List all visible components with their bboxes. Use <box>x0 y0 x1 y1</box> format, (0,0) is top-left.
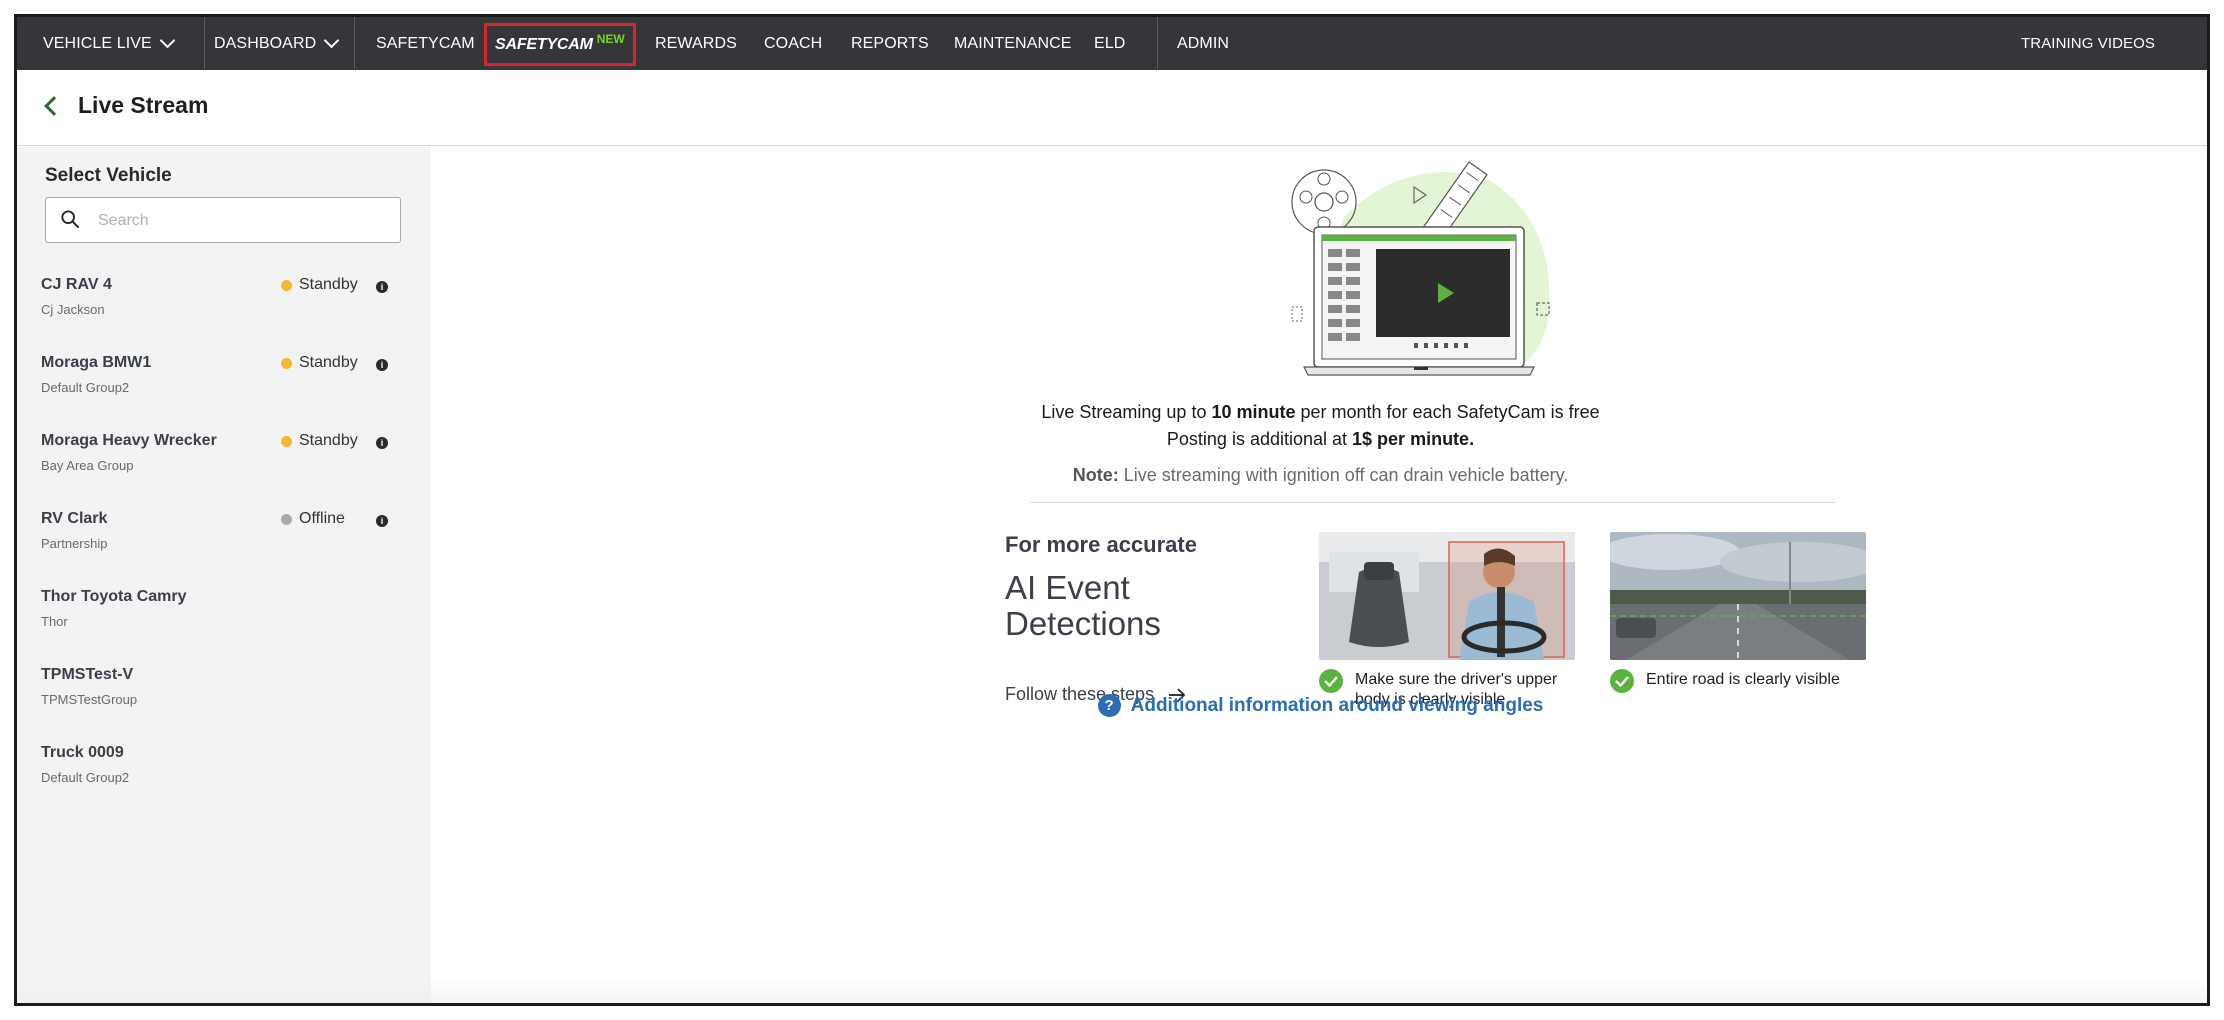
check-circle-icon <box>1610 669 1634 693</box>
driver-view-example: Make sure the driver's upper body is cle… <box>1319 532 1575 710</box>
nav-safetycam-new[interactable]: SAFETYCAM NEW <box>484 23 636 66</box>
info-icon[interactable]: i <box>376 281 388 293</box>
vehicle-group: TPMSTestGroup <box>41 692 138 707</box>
vehicle-group: Thor <box>41 614 68 629</box>
nav-dashboard[interactable]: DASHBOARD <box>214 17 340 70</box>
page-title: Live Stream <box>78 92 209 118</box>
vehicle-status: Standby <box>281 432 358 450</box>
battery-note: Note: Live streaming with ignition off c… <box>431 465 2207 486</box>
vehicle-status-label: Standby <box>299 354 358 371</box>
vehicle-list-item[interactable]: TPMSTest-V TPMSTestGroup <box>17 666 431 738</box>
road-view-example: Entire road is clearly visible <box>1610 532 1866 693</box>
safetycam-new-brand: SAFETYCAM <box>495 35 593 53</box>
vehicle-group: Cj Jackson <box>41 302 105 317</box>
status-dot-icon <box>281 435 292 447</box>
streaming-info-minutes: 10 minute <box>1211 402 1296 422</box>
vehicle-list-item[interactable]: RV Clark Partnership Offline i <box>17 510 431 582</box>
road-view-caption-text: Entire road is clearly visible <box>1646 671 1840 688</box>
vehicle-name: RV Clark <box>41 510 108 527</box>
question-icon: ? <box>1097 694 1121 717</box>
status-dot-icon <box>281 513 292 525</box>
vehicle-name: Thor Toyota Camry <box>41 588 187 605</box>
vehicle-status-label: Standby <box>299 276 358 293</box>
vehicle-list-item[interactable]: Moraga BMW1 Default Group2 Standby i <box>17 354 431 426</box>
ai-title: AI Event Detections <box>1005 569 1161 642</box>
info-icon[interactable]: i <box>376 515 388 527</box>
streaming-info-text-c: per month for each SafetyCam is free <box>1295 402 1600 422</box>
top-navigation: VEHICLE LIVE DASHBOARD SAFETYCAM SAFETYC… <box>17 17 2207 70</box>
nav-admin[interactable]: ADMIN <box>1177 17 1229 70</box>
vehicle-status-label: Standby <box>299 432 358 449</box>
road-camera-image <box>1610 532 1866 660</box>
nav-divider <box>354 17 355 70</box>
info-icon[interactable]: i <box>376 437 388 449</box>
ai-subheading: For more accurate <box>1005 532 1197 557</box>
back-arrow-icon[interactable] <box>44 96 64 116</box>
status-dot-icon <box>281 357 292 369</box>
vehicle-search-input[interactable] <box>98 206 388 236</box>
note-label: Note: <box>1072 465 1119 485</box>
app-frame: VEHICLE LIVE DASHBOARD SAFETYCAM SAFETYC… <box>14 14 2210 1006</box>
vehicle-name: Moraga Heavy Wrecker <box>41 432 217 449</box>
vehicle-status: Standby <box>281 276 358 294</box>
nav-coach[interactable]: COACH <box>764 17 822 70</box>
section-divider <box>1030 502 1836 503</box>
nav-dashboard-label: DASHBOARD <box>214 34 317 52</box>
ai-detection-block: For more accurate AI Event Detections Fo… <box>1005 532 1285 705</box>
nav-eld[interactable]: ELD <box>1094 17 1125 70</box>
nav-maintenance[interactable]: MAINTENANCE <box>954 17 1072 70</box>
nav-reports[interactable]: REPORTS <box>851 17 929 70</box>
vehicle-sidebar: Select Vehicle CJ RAV 4 Cj Jackson Stand… <box>17 147 431 1003</box>
vehicle-status: Standby <box>281 354 358 372</box>
new-badge: NEW <box>596 31 625 46</box>
posting-info-line: Posting is additional at 1$ per minute. <box>431 429 2207 450</box>
vehicle-search-box[interactable] <box>45 197 401 243</box>
info-icon[interactable]: i <box>376 359 388 371</box>
nav-divider <box>1157 17 1158 70</box>
main-fade <box>431 979 2207 1003</box>
vehicle-name: Moraga BMW1 <box>41 354 152 371</box>
page-header: Live Stream <box>17 70 2207 146</box>
vehicle-list-item[interactable]: Moraga Heavy Wrecker Bay Area Group Stan… <box>17 432 431 504</box>
nav-rewards[interactable]: REWARDS <box>655 17 737 70</box>
nav-training-videos[interactable]: TRAINING VIDEOS <box>2021 17 2155 70</box>
vehicle-name: CJ RAV 4 <box>41 276 112 293</box>
vehicle-list-item[interactable]: Thor Toyota Camry Thor <box>17 588 431 660</box>
note-text: Live streaming with ignition off can dra… <box>1118 465 1569 485</box>
nav-safetycam[interactable]: SAFETYCAM <box>376 17 475 70</box>
vehicle-group: Partnership <box>41 536 108 551</box>
sidebar-fade <box>17 979 431 1003</box>
posting-info-price: 1$ per minute. <box>1352 429 1475 449</box>
vehicle-status: Offline <box>281 510 345 528</box>
driver-camera-image <box>1319 532 1575 660</box>
vehicle-list-item[interactable]: CJ RAV 4 Cj Jackson Standby i <box>17 276 431 348</box>
viewing-angles-link-label: Additional information around viewing an… <box>1130 694 1544 716</box>
status-dot-icon <box>281 279 292 291</box>
live-stream-illustration <box>1291 161 1550 376</box>
vehicle-list-item[interactable]: Truck 0009 Default Group2 <box>17 744 431 816</box>
road-view-caption: Entire road is clearly visible <box>1610 669 1866 693</box>
vehicle-name: Truck 0009 <box>41 744 124 761</box>
nav-divider <box>204 17 205 70</box>
chevron-down-icon <box>323 32 340 49</box>
nav-vehicle-live-label: VEHICLE LIVE <box>43 34 152 52</box>
nav-vehicle-live[interactable]: VEHICLE LIVE <box>43 17 176 70</box>
select-vehicle-heading: Select Vehicle <box>45 165 172 186</box>
streaming-info-text-a: Live Streaming up to <box>1041 402 1212 422</box>
chevron-down-icon <box>159 32 176 49</box>
live-stream-main: Live Streaming up to 10 minute per month… <box>431 147 2207 1003</box>
vehicle-name: TPMSTest-V <box>41 666 134 683</box>
vehicle-group: Default Group2 <box>41 770 130 785</box>
vehicle-group: Bay Area Group <box>41 458 134 473</box>
vehicle-group: Default Group2 <box>41 380 130 395</box>
vehicle-status-label: Offline <box>299 510 345 527</box>
check-circle-icon <box>1319 669 1343 693</box>
streaming-info-line: Live Streaming up to 10 minute per month… <box>431 402 2207 423</box>
search-icon <box>61 210 79 228</box>
posting-info-text-a: Posting is additional at <box>1166 429 1353 449</box>
viewing-angles-link[interactable]: ? Additional information around viewing … <box>431 694 2207 717</box>
